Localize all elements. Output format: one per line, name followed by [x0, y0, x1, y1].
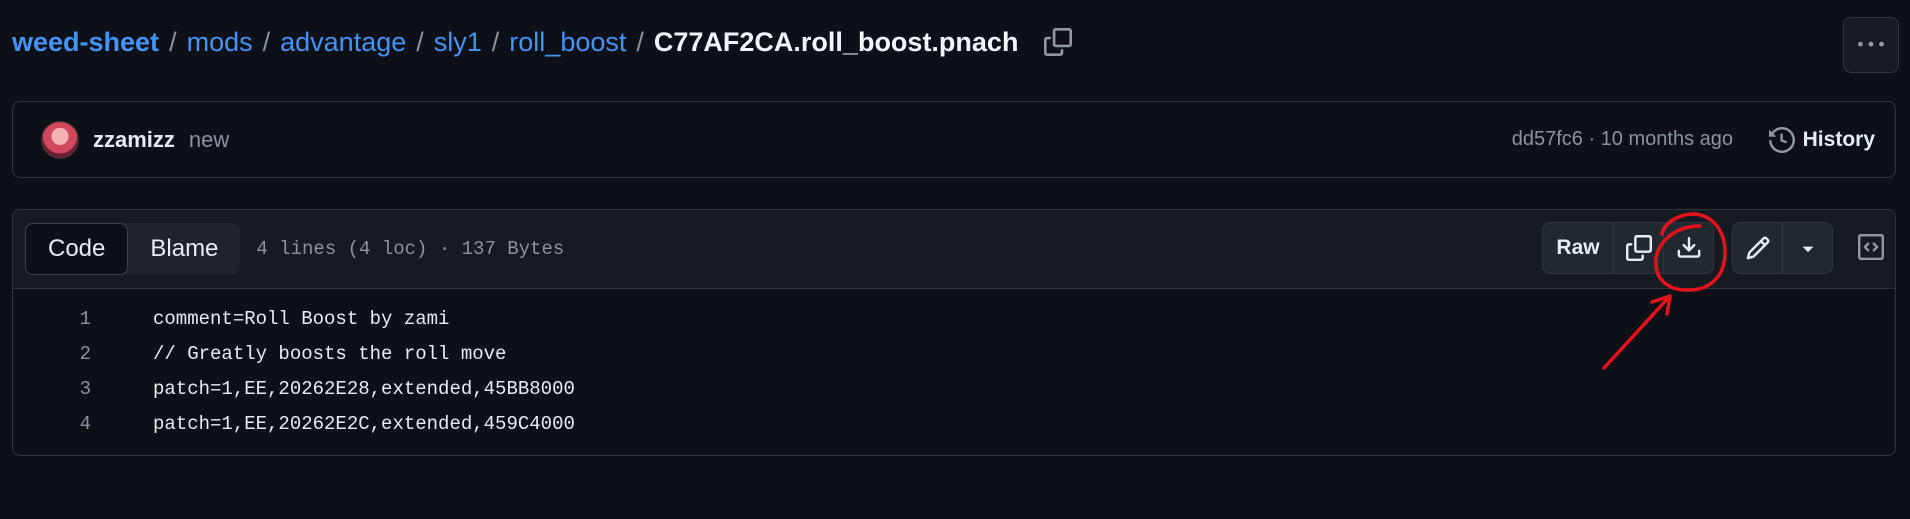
commit-meta[interactable]: dd57fc6 · 10 months ago — [1512, 128, 1733, 151]
triangle-down-icon — [1802, 246, 1813, 252]
history-button[interactable]: History — [1768, 126, 1875, 153]
code-line: 2 // Greatly boosts the roll move — [13, 336, 1895, 371]
copy-icon — [1044, 28, 1073, 56]
history-icon — [1768, 126, 1795, 153]
breadcrumb-repo-link[interactable]: weed-sheet — [12, 27, 159, 58]
code-line: 3 patch=1,EE,20262E28,extended,45BB8000 — [13, 371, 1895, 406]
avatar[interactable] — [41, 120, 79, 159]
breadcrumb-link-roll-boost[interactable]: roll_boost — [509, 27, 626, 58]
breadcrumb: weed-sheet / mods / advantage / sly1 / r… — [12, 22, 1074, 62]
breadcrumb-link-advantage[interactable]: advantage — [280, 27, 406, 58]
edit-actions-group — [1732, 222, 1833, 274]
breadcrumb-separator: / — [169, 26, 177, 57]
symbols-panel-button[interactable] — [1847, 222, 1895, 272]
commit-message[interactable]: new — [189, 127, 229, 153]
line-content: comment=Roll Boost by zami — [153, 307, 450, 330]
line-number[interactable]: 1 — [13, 308, 91, 330]
breadcrumb-separator: / — [636, 26, 644, 57]
breadcrumb-link-sly1[interactable]: sly1 — [434, 27, 482, 58]
more-options-button[interactable] — [1843, 17, 1899, 73]
download-raw-button[interactable] — [1664, 223, 1713, 273]
line-number[interactable]: 4 — [13, 413, 91, 435]
file-info: 4 lines (4 loc) · 137 Bytes — [256, 238, 565, 260]
line-content: patch=1,EE,20262E2C,extended,459C4000 — [153, 412, 575, 435]
file-header: Code Blame 4 lines (4 loc) · 137 Bytes R… — [13, 210, 1895, 289]
more-edit-options-button[interactable] — [1783, 223, 1832, 273]
code-square-icon — [1858, 234, 1884, 260]
breadcrumb-separator: / — [416, 26, 424, 57]
breadcrumb-file-name: C77AF2CA.roll_boost.pnach — [653, 26, 1019, 57]
line-content: // Greatly boosts the roll move — [153, 342, 507, 365]
copy-icon — [1625, 235, 1652, 261]
kebab-horizontal-icon — [1858, 41, 1884, 47]
line-number[interactable]: 3 — [13, 378, 91, 400]
copy-raw-button[interactable] — [1614, 223, 1664, 273]
code-line: 4 patch=1,EE,20262E2C,extended,459C4000 — [13, 406, 1895, 441]
download-icon — [1677, 237, 1700, 258]
file-actions-group: Raw — [1542, 222, 1714, 274]
breadcrumb-separator: / — [491, 26, 500, 57]
breadcrumb-link-mods[interactable]: mods — [187, 27, 253, 58]
raw-button[interactable]: Raw — [1543, 223, 1614, 273]
tab-blame[interactable]: Blame — [128, 223, 240, 275]
latest-commit-bar: zzamizz new dd57fc6 · 10 months ago Hist… — [12, 101, 1896, 178]
code-content: 1 comment=Roll Boost by zami 2 // Greatl… — [13, 289, 1895, 441]
view-toggle: Code Blame — [25, 223, 241, 275]
code-line: 1 comment=Roll Boost by zami — [13, 301, 1895, 336]
line-number[interactable]: 2 — [13, 343, 91, 365]
tab-code[interactable]: Code — [25, 223, 129, 275]
pencil-icon — [1746, 236, 1770, 260]
breadcrumb-separator: / — [262, 26, 271, 57]
file-viewer: Code Blame 4 lines (4 loc) · 137 Bytes R… — [12, 209, 1896, 456]
commit-author[interactable]: zzamizz — [93, 127, 175, 153]
copy-path-button[interactable] — [1042, 26, 1074, 58]
edit-file-button[interactable] — [1733, 223, 1783, 273]
history-label: History — [1802, 127, 1875, 151]
line-content: patch=1,EE,20262E28,extended,45BB8000 — [153, 377, 575, 400]
